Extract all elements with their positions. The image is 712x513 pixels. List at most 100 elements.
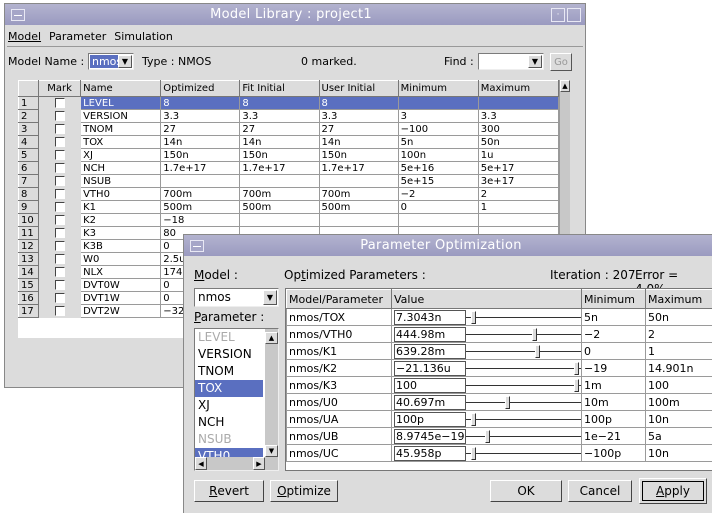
- value-field[interactable]: 45.958p: [394, 445, 466, 461]
- mark-cell[interactable]: [38, 148, 82, 162]
- mark-checkbox[interactable]: [54, 188, 65, 199]
- cell-name[interactable]: DVT1W: [80, 291, 162, 305]
- slider-thumb[interactable]: [535, 344, 540, 358]
- mark-checkbox[interactable]: [54, 123, 65, 134]
- row-number[interactable]: 1: [18, 96, 40, 110]
- cell-name[interactable]: K2: [80, 213, 162, 227]
- cell-user[interactable]: [318, 213, 399, 227]
- cell-opt[interactable]: −18: [160, 213, 241, 227]
- cell-opt[interactable]: [160, 174, 241, 188]
- scroll-left-icon[interactable]: ◀: [195, 457, 207, 470]
- cell-max[interactable]: 1u: [477, 148, 560, 162]
- cell-fit[interactable]: 8: [239, 96, 320, 110]
- model-combo[interactable]: nmos ▼: [194, 288, 279, 307]
- col-header-minimum[interactable]: Minimum: [397, 80, 479, 97]
- mark-checkbox[interactable]: [54, 305, 65, 316]
- menu-model[interactable]: Model: [8, 30, 41, 43]
- parameter-listbox[interactable]: LEVEL VERSION TNOM TOX XJ NCH NSUB VTH0 ▲ ▼ ◀ ▶: [194, 328, 279, 471]
- col-header-mark[interactable]: Mark: [38, 80, 82, 97]
- mark-cell[interactable]: [38, 174, 82, 188]
- mark-checkbox[interactable]: [54, 227, 65, 238]
- cell-user[interactable]: 1.7e+17: [318, 161, 399, 175]
- cell-fit[interactable]: 27: [239, 122, 320, 136]
- value-field[interactable]: 7.3043n: [394, 309, 466, 325]
- mark-cell[interactable]: [38, 109, 82, 123]
- mark-cell[interactable]: [38, 161, 82, 175]
- cell-min[interactable]: −2: [397, 187, 479, 201]
- dialog-titlebar[interactable]: Parameter Optimization: [184, 235, 712, 256]
- cell-opt[interactable]: 8: [160, 96, 241, 110]
- cell-max[interactable]: 2: [477, 187, 560, 201]
- cell-max[interactable]: 3.3: [477, 109, 560, 123]
- cell-min[interactable]: [397, 213, 479, 227]
- cell-fit[interactable]: [239, 174, 320, 188]
- mark-checkbox[interactable]: [54, 110, 65, 121]
- opt-col-value[interactable]: Value: [391, 289, 582, 309]
- row-number[interactable]: 8: [18, 187, 40, 201]
- value-slider[interactable]: [466, 446, 581, 461]
- listbox-vscroll[interactable]: ▲ ▼: [265, 329, 278, 457]
- cell-fit[interactable]: 1.7e+17: [239, 161, 320, 175]
- table-row[interactable]: 4 TOX 14n 14n 14n 5n 50n: [18, 135, 560, 149]
- window-menu-icon[interactable]: [11, 8, 25, 21]
- cell-user[interactable]: 500m: [318, 200, 399, 214]
- cell-user[interactable]: 14n: [318, 135, 399, 149]
- chevron-down-icon[interactable]: ▼: [528, 55, 542, 68]
- table-row[interactable]: 8 VTH0 700m 700m 700m −2 2: [18, 187, 560, 201]
- mark-cell[interactable]: [38, 252, 82, 266]
- table-row[interactable]: 9 K1 500m 500m 500m 0 1: [18, 200, 560, 214]
- opt-table-row[interactable]: nmos/TOX 7.3043n 5n 50n: [286, 308, 712, 326]
- mark-checkbox[interactable]: [54, 266, 65, 277]
- mark-cell[interactable]: [38, 265, 82, 279]
- window-menu-icon[interactable]: [190, 239, 204, 252]
- cell-user[interactable]: 8: [318, 96, 399, 110]
- row-number[interactable]: 15: [18, 278, 40, 292]
- cell-fit[interactable]: [239, 213, 320, 227]
- value-slider[interactable]: [466, 361, 581, 376]
- value-field[interactable]: 100: [394, 377, 466, 393]
- cell-opt[interactable]: 14n: [160, 135, 241, 149]
- row-number[interactable]: 11: [18, 226, 40, 240]
- cell-min[interactable]: 5e+16: [397, 161, 479, 175]
- cell-name[interactable]: DVT2W: [80, 304, 162, 318]
- value-slider[interactable]: [466, 395, 581, 410]
- col-header-maximum[interactable]: Maximum: [477, 80, 560, 97]
- menu-simulation[interactable]: Simulation: [114, 30, 173, 43]
- mark-cell[interactable]: [38, 213, 82, 227]
- table-row[interactable]: 6 NCH 1.7e+17 1.7e+17 1.7e+17 5e+16 5e+17: [18, 161, 560, 175]
- row-number[interactable]: 14: [18, 265, 40, 279]
- chevron-down-icon[interactable]: ▼: [118, 55, 132, 68]
- value-slider[interactable]: [466, 429, 581, 444]
- slider-thumb[interactable]: [471, 412, 476, 426]
- cell-max[interactable]: [477, 213, 560, 227]
- cell-min[interactable]: 100n: [397, 148, 479, 162]
- mark-checkbox[interactable]: [54, 97, 65, 108]
- row-number[interactable]: 9: [18, 200, 40, 214]
- opt-table-row[interactable]: nmos/UA 100p 100p 10n: [286, 410, 712, 428]
- mark-cell[interactable]: [38, 96, 82, 110]
- col-header-name[interactable]: Name: [80, 80, 162, 97]
- mark-checkbox[interactable]: [54, 162, 65, 173]
- cell-fit[interactable]: 500m: [239, 200, 320, 214]
- row-number[interactable]: 10: [18, 213, 40, 227]
- row-number[interactable]: 3: [18, 122, 40, 136]
- slider-thumb[interactable]: [574, 361, 579, 375]
- row-number[interactable]: 16: [18, 291, 40, 305]
- mark-cell[interactable]: [38, 291, 82, 305]
- opt-col-parameter[interactable]: Model/Parameter: [286, 289, 392, 309]
- cell-opt[interactable]: 1.7e+17: [160, 161, 241, 175]
- cell-min[interactable]: 5n: [397, 135, 479, 149]
- slider-thumb[interactable]: [485, 429, 490, 443]
- parameter-list-item[interactable]: TNOM: [195, 363, 263, 380]
- mark-cell[interactable]: [38, 278, 82, 292]
- table-row[interactable]: 5 XJ 150n 150n 150n 100n 1u: [18, 148, 560, 162]
- model-name-combo[interactable]: nmos ▼: [88, 53, 134, 70]
- minimize-icon[interactable]: ·: [551, 7, 565, 22]
- cell-max[interactable]: [477, 96, 560, 110]
- value-field[interactable]: −21.136u: [394, 360, 466, 376]
- maximize-icon[interactable]: [567, 7, 581, 22]
- cell-opt[interactable]: 500m: [160, 200, 241, 214]
- value-slider[interactable]: [466, 310, 581, 325]
- parameter-list-item[interactable]: VERSION: [195, 346, 263, 363]
- table-row[interactable]: 2 VERSION 3.3 3.3 3.3 3 3.3: [18, 109, 560, 123]
